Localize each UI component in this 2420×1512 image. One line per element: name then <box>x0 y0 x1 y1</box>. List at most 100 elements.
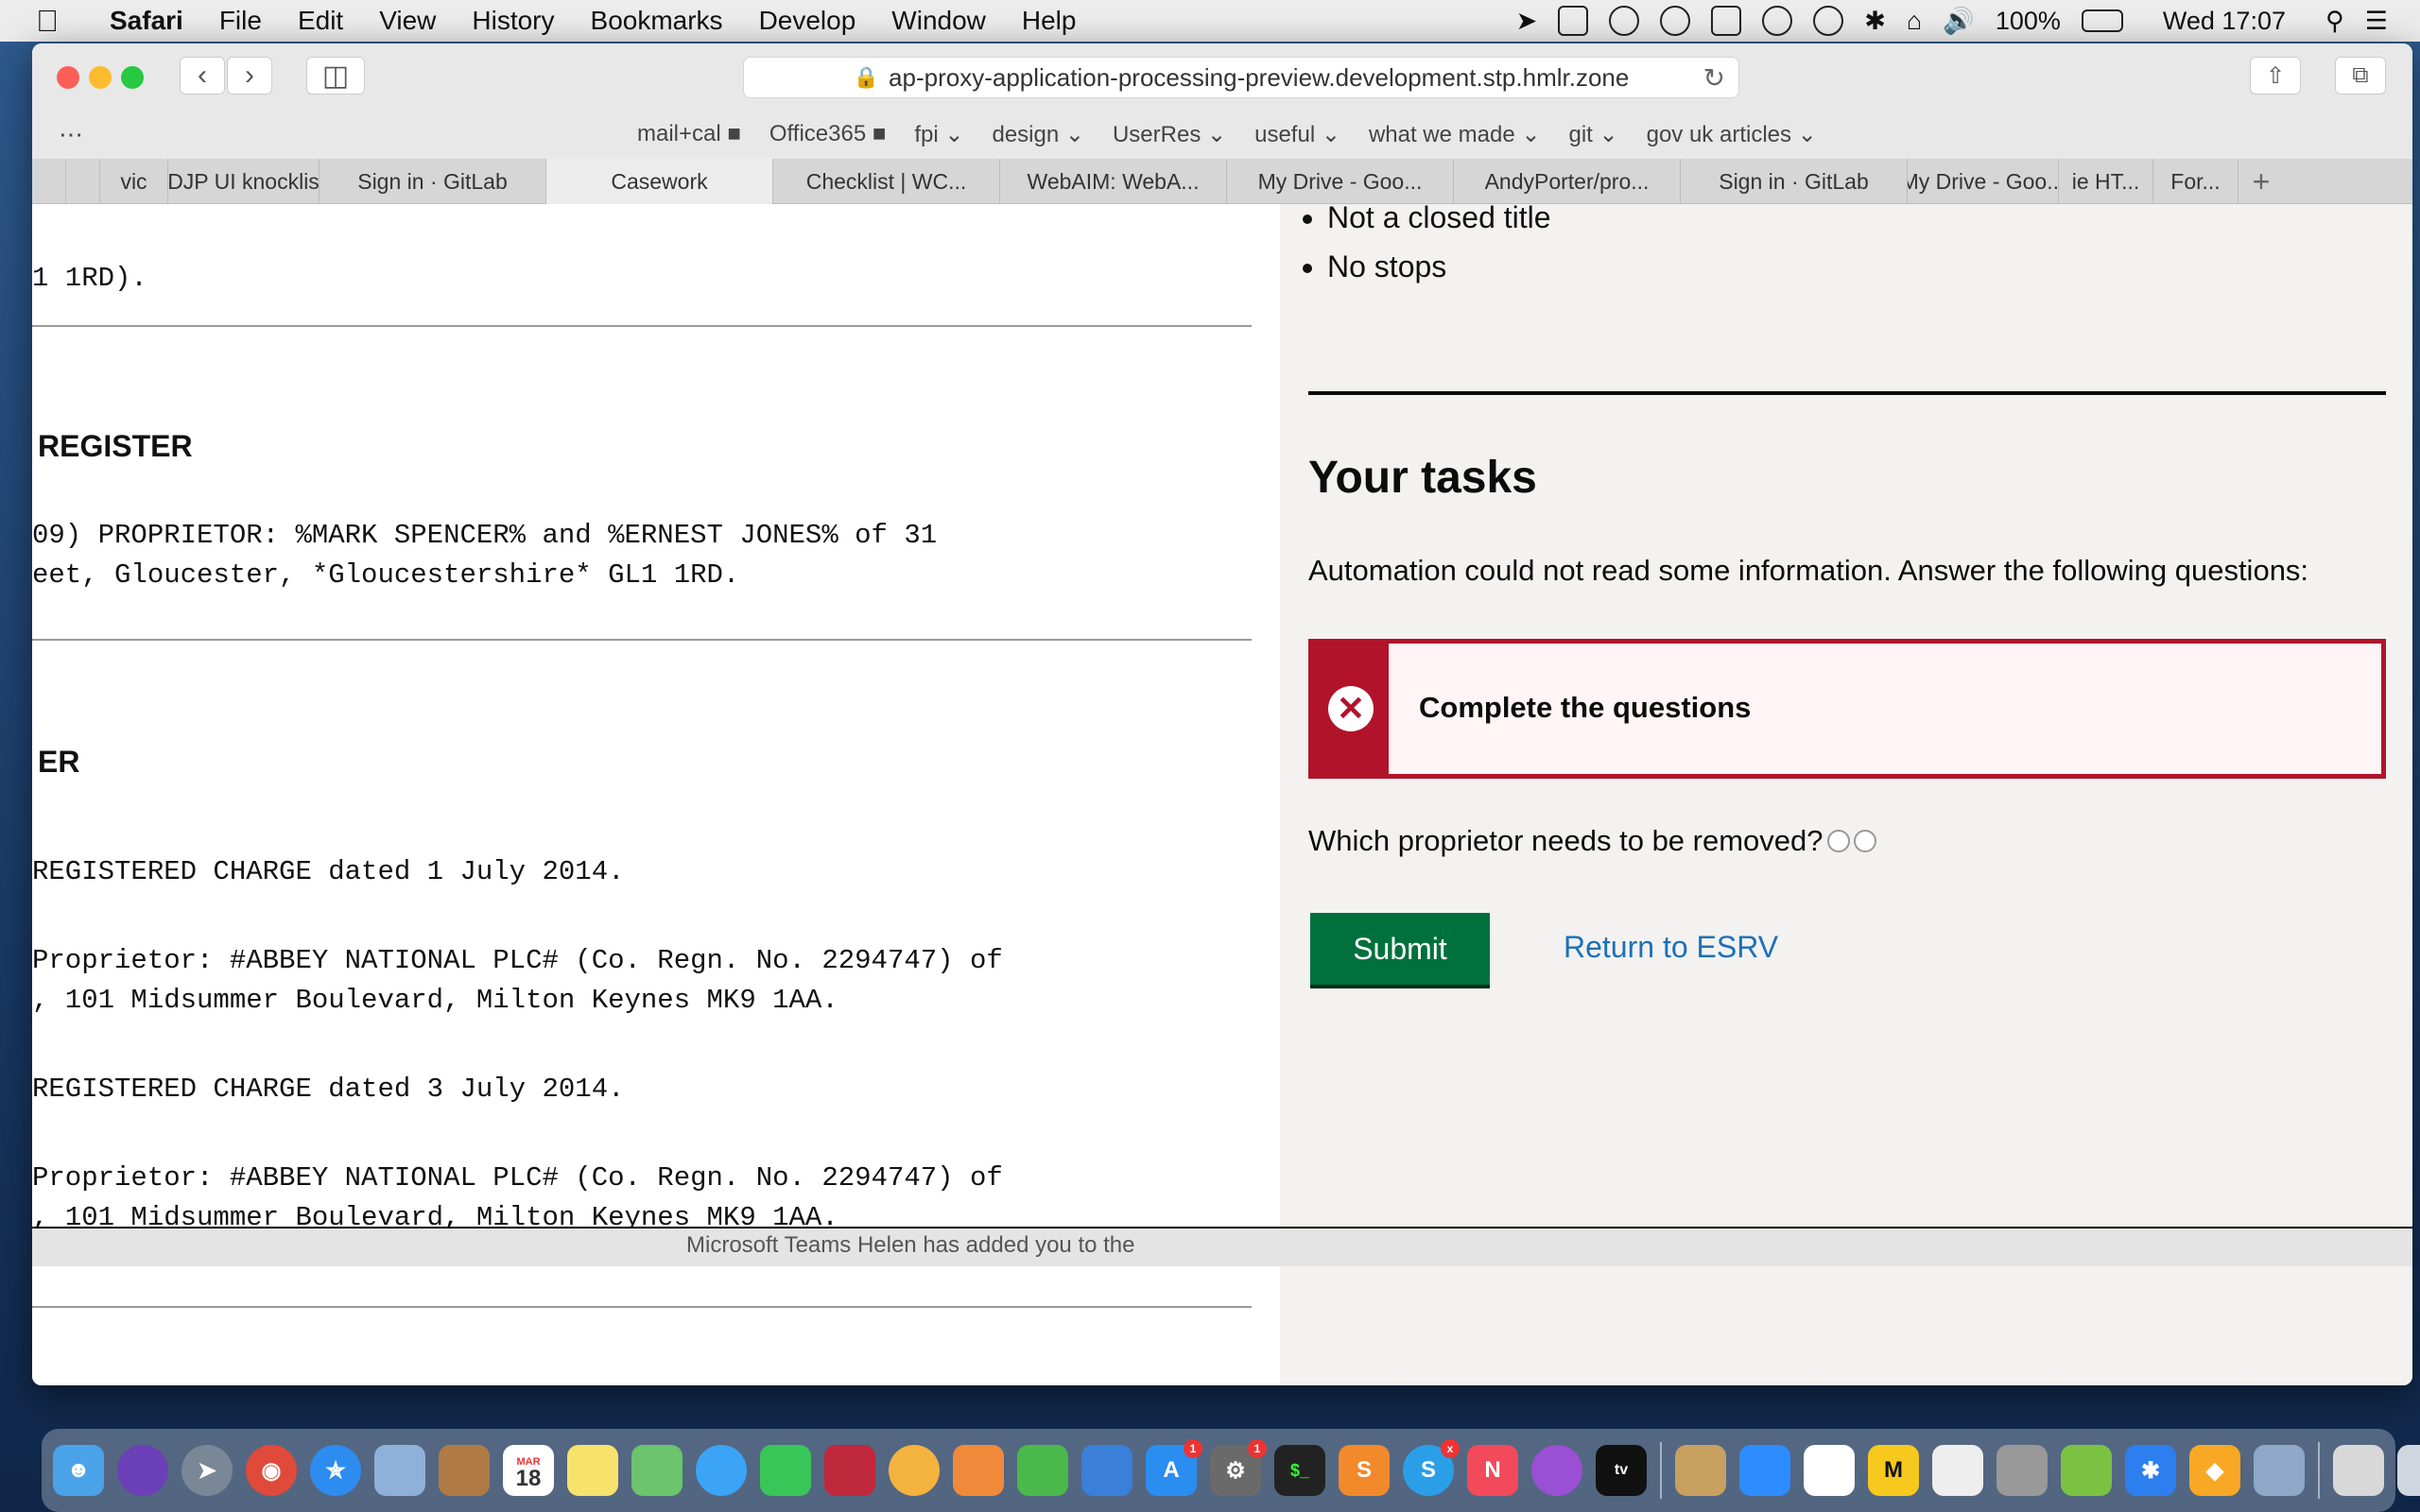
numbers-icon[interactable] <box>1017 1445 1068 1496</box>
tab-pinned-1[interactable] <box>32 159 66 204</box>
apple-tv-icon[interactable]: tv <box>1596 1445 1647 1496</box>
menu-bookmarks[interactable]: Bookmarks <box>591 6 723 36</box>
share-icon[interactable]: ⇧ <box>2250 57 2301 94</box>
facetime-icon[interactable] <box>760 1445 811 1496</box>
back-button[interactable]: ‹ <box>180 57 225 94</box>
news-icon[interactable]: N <box>1467 1445 1518 1496</box>
favorite-design[interactable]: design ⌄ <box>992 121 1084 148</box>
trash-icon[interactable] <box>2397 1445 2420 1496</box>
location-icon[interactable]: ➤ <box>1516 7 1538 36</box>
menu-view[interactable]: View <box>379 6 436 36</box>
tab-casework[interactable]: Casework <box>546 159 773 204</box>
teams-notification-banner[interactable]: Microsoft Teams Helen has added you to t… <box>32 1228 2412 1266</box>
calendar-icon[interactable]: MAR 18 <box>503 1445 554 1496</box>
bluetooth-file-exchange-icon[interactable]: ✱ <box>2125 1445 2176 1496</box>
keynote-icon[interactable] <box>1081 1445 1132 1496</box>
favorite-useful[interactable]: useful ⌄ <box>1254 121 1340 148</box>
calculator-icon[interactable] <box>1996 1445 2048 1496</box>
zoom-menu-icon[interactable] <box>1558 6 1589 36</box>
apple-menu-icon[interactable]:  <box>36 4 78 39</box>
siri-icon[interactable] <box>117 1445 168 1496</box>
wifi-icon[interactable]: ⌂ <box>1907 7 1922 36</box>
tab-vic[interactable]: vic <box>100 159 168 204</box>
keychain-icon[interactable] <box>1675 1445 1726 1496</box>
favorite-what-we-made[interactable]: what we made ⌄ <box>1369 121 1541 148</box>
app-store-icon[interactable]: A 1 <box>1146 1439 1202 1496</box>
notification-center-icon[interactable]: ☰ <box>2365 7 2388 36</box>
radio-option-1[interactable] <box>1826 830 1850 852</box>
image-capture-icon[interactable] <box>2254 1445 2305 1496</box>
favorite-mail-cal[interactable]: mail+cal ■ <box>637 121 741 148</box>
bluetooth-icon[interactable]: ✱ <box>1864 7 1886 36</box>
favorite-git[interactable]: git ⌄ <box>1568 121 1617 148</box>
menu-file[interactable]: File <box>219 6 262 36</box>
battery-percent[interactable]: 100% <box>1996 7 2061 36</box>
sync-icon[interactable] <box>1660 6 1691 36</box>
zoom-icon[interactable] <box>1739 1445 1790 1496</box>
sidebar-toggle-icon[interactable]: ◫ <box>306 57 365 94</box>
time-machine-icon[interactable] <box>1813 6 1844 36</box>
pages-icon[interactable] <box>953 1445 1004 1496</box>
menu-develop[interactable]: Develop <box>759 6 856 36</box>
contacts-icon[interactable] <box>439 1445 490 1496</box>
skype-icon[interactable]: S x <box>1403 1439 1460 1496</box>
battery-icon[interactable] <box>2081 9 2123 32</box>
sketch-icon[interactable]: ◆ <box>2189 1445 2240 1496</box>
tab-ie-ht[interactable]: ie HT... <box>2059 159 2153 204</box>
favorite-gov-uk-articles[interactable]: gov uk articles ⌄ <box>1647 121 1817 148</box>
slack-icon[interactable] <box>1804 1445 1855 1496</box>
tab-andyporter[interactable]: AndyPorter/pro... <box>1454 159 1681 204</box>
terminal-icon[interactable]: $_ <box>1274 1445 1325 1496</box>
photo-booth-icon[interactable] <box>824 1445 875 1496</box>
tab-pinned-2[interactable] <box>66 159 100 204</box>
register-pane[interactable]: 1 1RD). REGISTER 09) PROPRIETOR: %MARK S… <box>32 204 1280 1385</box>
safari-icon[interactable]: ✯ <box>310 1445 361 1496</box>
launchpad-icon[interactable]: ➤ <box>182 1445 233 1496</box>
menu-app-name[interactable]: Safari <box>110 6 183 36</box>
podcasts-icon[interactable] <box>1531 1445 1582 1496</box>
favorite-office365[interactable]: Office365 ■ <box>769 121 886 148</box>
tab-my-drive-2[interactable]: My Drive - Goo... <box>1908 159 2059 204</box>
tab-gitlab-2[interactable]: Sign in · GitLab <box>1681 159 1908 204</box>
clock[interactable]: Wed 17:07 <box>2163 7 2286 36</box>
messages-icon[interactable] <box>696 1445 747 1496</box>
forward-button[interactable]: › <box>227 57 272 94</box>
return-to-esrv-link[interactable]: Return to ESRV <box>1564 930 1778 965</box>
minimize-window-button[interactable] <box>89 66 112 89</box>
android-studio-icon[interactable] <box>2061 1445 2112 1496</box>
close-window-button[interactable] <box>57 66 79 89</box>
vpn-icon[interactable] <box>1711 6 1742 36</box>
creative-cloud-icon[interactable] <box>1609 6 1640 36</box>
textedit-icon[interactable] <box>1932 1445 1983 1496</box>
finder-icon[interactable]: ☻ <box>53 1445 104 1496</box>
radio-option-2[interactable] <box>1853 830 1876 852</box>
menu-history[interactable]: History <box>472 6 554 36</box>
chrome-icon[interactable]: ◉ <box>246 1445 297 1496</box>
fullscreen-window-button[interactable] <box>121 66 144 89</box>
address-bar[interactable]: 🔒 ap-proxy-application-processing-previe… <box>743 57 1739 98</box>
favorite-fpi[interactable]: fpi ⌄ <box>914 121 963 148</box>
tab-webaim[interactable]: WebAIM: WebA... <box>1000 159 1227 204</box>
tab-overview-icon[interactable]: ⧉ <box>2335 57 2386 94</box>
tab-checklist[interactable]: Checklist | WC... <box>773 159 1000 204</box>
sublime-text-icon[interactable]: S <box>1339 1445 1390 1496</box>
system-preferences-icon[interactable]: ⚙ 1 <box>1210 1439 1267 1496</box>
apps-grid-icon[interactable]: ⋯ <box>59 120 83 149</box>
tab-gitlab-1[interactable]: Sign in · GitLab <box>320 159 546 204</box>
accessibility-icon[interactable] <box>1762 6 1793 36</box>
menu-window[interactable]: Window <box>891 6 986 36</box>
menu-edit[interactable]: Edit <box>298 6 343 36</box>
miro-icon[interactable]: M <box>1868 1445 1919 1496</box>
spotlight-search-icon[interactable]: ⚲ <box>2325 7 2344 36</box>
favorite-userres[interactable]: UserRes ⌄ <box>1113 121 1226 148</box>
submit-button[interactable]: Submit <box>1310 913 1490 985</box>
tab-djp-ui[interactable]: DJP UI knocklis <box>168 159 320 204</box>
menu-help[interactable]: Help <box>1022 6 1077 36</box>
tab-my-drive-1[interactable]: My Drive - Goo... <box>1227 159 1454 204</box>
documents-stack-icon[interactable] <box>2333 1445 2384 1496</box>
notes-icon[interactable] <box>567 1445 618 1496</box>
new-tab-icon[interactable]: + <box>2238 159 2284 204</box>
tab-for[interactable]: For... <box>2153 159 2238 204</box>
volume-icon[interactable]: 🔊 <box>1943 6 1975 36</box>
preview-icon[interactable] <box>374 1445 425 1496</box>
